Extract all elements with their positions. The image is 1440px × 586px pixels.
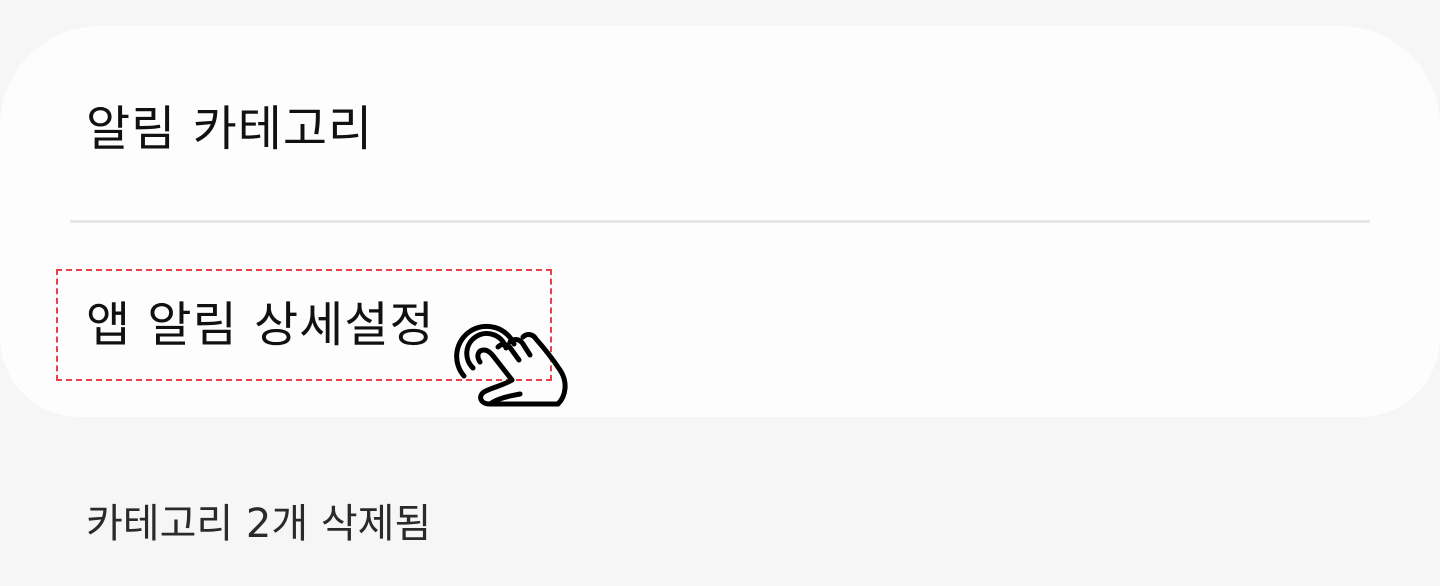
- deleted-categories-text[interactable]: 카테고리 2개 삭제됨: [86, 498, 431, 550]
- app-notification-detail-settings-item[interactable]: 앱 알림 상세설정: [86, 293, 435, 357]
- tap-hand-icon: [454, 323, 568, 407]
- notification-categories-item[interactable]: 알림 카테고리: [86, 97, 373, 161]
- divider: [70, 220, 1370, 223]
